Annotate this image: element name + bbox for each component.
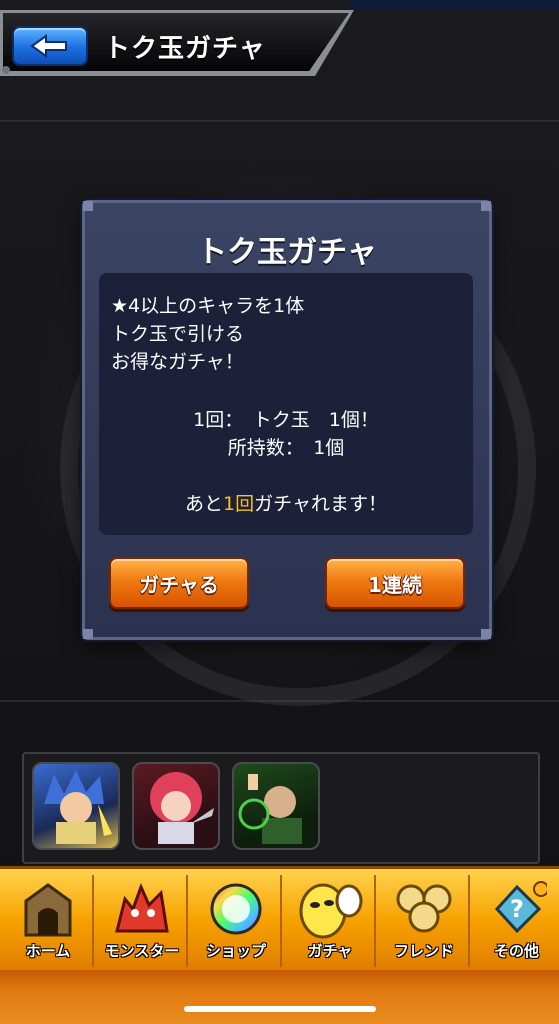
consecutive-gacha-button[interactable]: 1連続 [325, 557, 465, 609]
nav-item-gacha[interactable]: ガチャ [286, 875, 376, 967]
svg-text:?: ? [510, 895, 524, 923]
nav-item-monster[interactable]: モンスター [98, 875, 188, 967]
bottom-strip [0, 970, 559, 1024]
remaining-count: 1回 [223, 493, 255, 515]
character-icon[interactable] [132, 762, 220, 850]
dialog-title: トク玉ガチャ [197, 235, 377, 270]
gacha-dialog: トク玉ガチャ ★4以上のキャラを1体 トク玉で引ける お得なガチャ！ 1回： ト… [82, 200, 492, 640]
dialog-corner [481, 201, 491, 211]
nav-label: フレンド [393, 942, 454, 960]
description-line: トク玉で引ける [111, 323, 245, 345]
remaining-prefix: あと [185, 493, 224, 515]
character-icon[interactable] [32, 762, 120, 850]
nav-item-friend[interactable]: フレンド [380, 875, 470, 967]
status-strip [350, 0, 559, 10]
gacha-egg-icon [299, 883, 363, 939]
character-portrait-icon [238, 774, 302, 844]
nav-label: ショップ [205, 942, 266, 960]
back-button[interactable] [12, 26, 88, 66]
character-strip [22, 752, 540, 864]
nav-item-home[interactable]: ホーム [4, 875, 94, 967]
background-line [0, 120, 559, 122]
home-icon [24, 883, 72, 937]
header-rivet [2, 66, 10, 74]
gacha-button[interactable]: ガチャる [109, 557, 249, 609]
description-line: ★4以上のキャラを1体 [111, 295, 305, 317]
dialog-corner [481, 629, 491, 639]
character-portrait-icon [44, 770, 112, 844]
remaining-suffix: ガチャれます！ [254, 493, 387, 515]
orb-icon [210, 883, 262, 935]
description-line: お得なガチャ！ [111, 351, 244, 373]
home-indicator[interactable] [184, 1006, 376, 1012]
character-portrait-icon [150, 772, 214, 844]
question-icon: ? [494, 881, 547, 934]
nav-label: ホーム [25, 942, 71, 960]
dialog-body: ★4以上のキャラを1体 トク玉で引ける お得なガチャ！ 1回： トク玉 1個！ … [99, 273, 473, 535]
friend-balloon-icon [396, 884, 452, 933]
nav-label: モンスター [104, 942, 180, 960]
monster-icon [115, 882, 169, 933]
dialog-corner [83, 629, 93, 639]
header: トク玉ガチャ [0, 10, 354, 76]
owned-line: 所持数： 1個 [227, 437, 345, 459]
bottom-nav: ホーム モンスター ショップ ガチャ フレンド ? その他 [0, 866, 559, 973]
nav-label: その他 [493, 942, 539, 960]
character-icon[interactable] [232, 762, 320, 850]
dialog-corner [83, 201, 93, 211]
nav-item-shop[interactable]: ショップ [192, 875, 282, 967]
background-line [0, 700, 559, 702]
cost-line: 1回： トク玉 1個！ [193, 409, 379, 431]
back-arrow-icon [30, 34, 67, 58]
page-title: トク玉ガチャ [104, 34, 266, 64]
remaining-line: あと1回ガチャれます！ [99, 489, 473, 516]
nav-label: ガチャ [307, 942, 353, 960]
nav-item-other[interactable]: ? その他 [474, 875, 559, 967]
